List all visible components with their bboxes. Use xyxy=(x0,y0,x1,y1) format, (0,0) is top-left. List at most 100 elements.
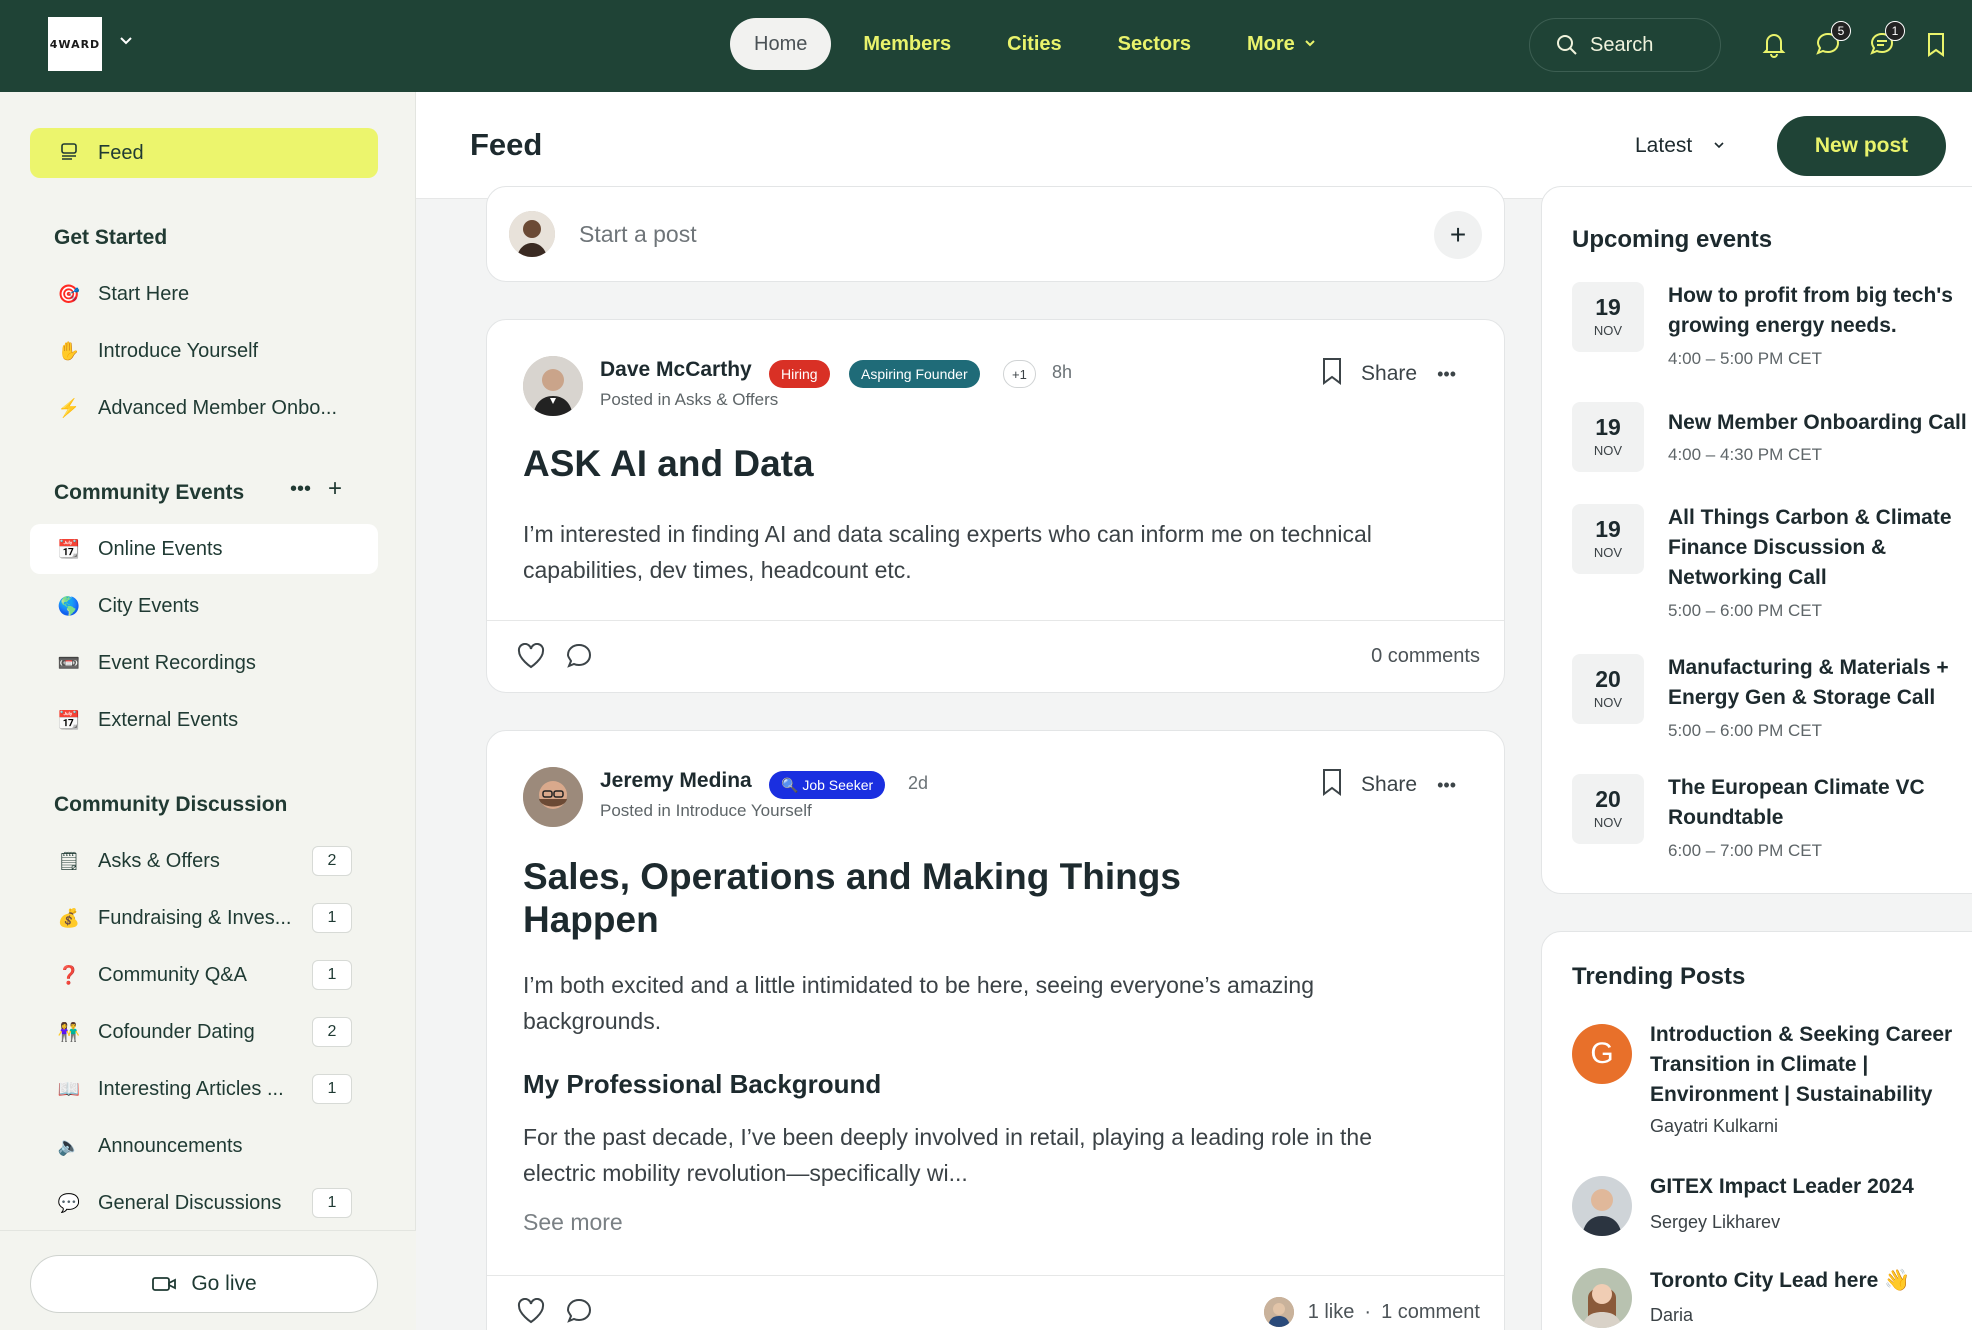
more-options-icon[interactable]: ••• xyxy=(1437,775,1456,796)
liker-avatar[interactable] xyxy=(1263,1297,1294,1327)
author-name[interactable]: Dave McCarthy xyxy=(600,358,752,382)
sidebar-item-online-events[interactable]: 📆 Online Events xyxy=(30,524,378,574)
sidebar-item-external-events[interactable]: 📆 External Events xyxy=(30,695,378,745)
sidebar-item-event-recordings[interactable]: 📼 Event Recordings xyxy=(30,638,378,688)
event-month: NOV xyxy=(1593,443,1623,458)
trending-post-title[interactable]: GITEX Impact Leader 2024 xyxy=(1650,1172,1970,1202)
event-title[interactable]: All Things Carbon & Climate Finance Disc… xyxy=(1668,503,1972,593)
post-title[interactable]: Sales, Operations and Making Things Happ… xyxy=(523,855,1181,941)
avatar[interactable] xyxy=(523,767,583,827)
post-title[interactable]: ASK AI and Data xyxy=(523,442,814,485)
avatar[interactable]: G xyxy=(1572,1024,1632,1084)
chevron-down-icon[interactable] xyxy=(118,32,134,53)
speech-bubble-icon: 💬 xyxy=(57,1192,81,1213)
comment-icon[interactable] xyxy=(565,1297,593,1330)
event-day: 19 xyxy=(1595,294,1621,320)
share-button[interactable]: Share xyxy=(1361,773,1417,797)
comments-count[interactable]: 1 comment xyxy=(1381,1301,1480,1324)
go-live-button[interactable]: Go live xyxy=(30,1255,378,1313)
sidebar-item-start-here[interactable]: 🎯 Start Here xyxy=(30,269,378,319)
post-subheading: My Professional Background xyxy=(523,1069,882,1099)
event-title[interactable]: Manufacturing & Materials + Energy Gen &… xyxy=(1668,653,1972,713)
post-composer[interactable]: Start a post + xyxy=(486,186,1505,282)
sort-dropdown[interactable]: Latest xyxy=(1635,134,1726,158)
event-time: 5:00 – 6:00 PM CET xyxy=(1668,721,1823,740)
sidebar-item-fundraising[interactable]: 💰 Fundraising & Inves... 1 xyxy=(30,893,378,943)
sidebar-item-feed[interactable]: Feed xyxy=(30,128,378,178)
post-body: For the past decade, I’ve been deeply in… xyxy=(523,1124,1372,1186)
nav-cities[interactable]: Cities xyxy=(983,18,1085,70)
sidebar-item-announcements[interactable]: 🔈 Announcements xyxy=(30,1121,378,1171)
posted-in[interactable]: Posted in Asks & Offers xyxy=(600,390,778,410)
share-button[interactable]: Share xyxy=(1361,362,1417,386)
new-post-button[interactable]: New post xyxy=(1777,116,1946,176)
event-date: 19 NOV xyxy=(1572,504,1644,574)
avatar xyxy=(509,211,555,257)
more-options-icon[interactable]: ••• xyxy=(290,478,311,501)
avatar[interactable] xyxy=(1572,1268,1632,1328)
community-logo[interactable]: 4WARD xyxy=(48,17,102,71)
comment-icon[interactable] xyxy=(565,642,593,675)
post-actions: Share ••• xyxy=(1321,357,1456,391)
sidebar-item-introduce-yourself[interactable]: ✋ Introduce Yourself xyxy=(30,326,378,376)
posted-in[interactable]: Posted in Introduce Yourself xyxy=(600,801,812,821)
sidebar-item-city-events[interactable]: 🌎 City Events xyxy=(30,581,378,631)
more-options-icon[interactable]: ••• xyxy=(1437,364,1456,385)
sidebar-item-label: Introduce Yourself xyxy=(98,339,259,362)
bookmark-icon[interactable] xyxy=(1321,357,1343,391)
trending-post-title[interactable]: Toronto City Lead here 👋 xyxy=(1650,1266,1970,1296)
chat-icon[interactable]: 1 xyxy=(1867,21,1905,59)
nav-more[interactable]: More xyxy=(1223,18,1341,70)
more-badges-count[interactable]: +1 xyxy=(1003,360,1036,388)
search-button[interactable]: Search xyxy=(1529,18,1721,72)
trending-post-author[interactable]: Sergey Likharev xyxy=(1650,1212,1780,1233)
bookmark-icon[interactable] xyxy=(1321,768,1343,802)
event-month: NOV xyxy=(1593,545,1623,560)
calendar-icon: 📆 xyxy=(57,538,81,559)
heart-icon[interactable] xyxy=(517,642,545,674)
sidebar-item-label: Online Events xyxy=(98,537,223,560)
event-month: NOV xyxy=(1593,695,1623,710)
messages-icon[interactable]: 5 xyxy=(1813,21,1851,59)
lightning-icon: ⚡ xyxy=(57,397,81,418)
trending-posts-title: Trending Posts xyxy=(1572,963,1746,990)
bell-icon[interactable] xyxy=(1759,29,1789,59)
trending-post-author[interactable]: Daria xyxy=(1650,1305,1693,1326)
event-title[interactable]: New Member Onboarding Call xyxy=(1668,408,1972,438)
avatar[interactable] xyxy=(1572,1176,1632,1236)
money-bag-icon: 💰 xyxy=(57,907,81,928)
trending-post-title[interactable]: Introduction & Seeking Career Transition… xyxy=(1650,1020,1970,1110)
event-title[interactable]: The European Climate VC Roundtable xyxy=(1668,773,1972,833)
bookmark-icon[interactable] xyxy=(1921,29,1951,59)
event-date: 20 NOV xyxy=(1572,654,1644,724)
add-icon[interactable]: + xyxy=(328,475,342,503)
reaction-bar xyxy=(517,1297,593,1330)
trending-post-author[interactable]: Gayatri Kulkarni xyxy=(1650,1116,1778,1137)
see-more-link[interactable]: See more xyxy=(523,1209,623,1236)
job-seeker-badge: 🔍 Job Seeker xyxy=(769,771,886,799)
event-time: 4:00 – 4:30 PM CET xyxy=(1668,445,1823,464)
sidebar-item-general-discussions[interactable]: 💬 General Discussions 1 xyxy=(30,1178,378,1228)
avatar[interactable] xyxy=(523,356,583,416)
heart-icon[interactable] xyxy=(517,1297,545,1329)
sidebar-item-cofounder-dating[interactable]: 👫 Cofounder Dating 2 xyxy=(30,1007,378,1057)
start-post-input[interactable]: Start a post xyxy=(579,221,697,248)
comments-count[interactable]: 0 comments xyxy=(1371,645,1480,668)
event-date: 19 NOV xyxy=(1572,402,1644,472)
nav-sectors[interactable]: Sectors xyxy=(1094,18,1215,70)
likes-count[interactable]: 1 like xyxy=(1308,1301,1355,1324)
nav-members[interactable]: Members xyxy=(839,18,975,70)
chevron-down-icon xyxy=(1712,134,1726,157)
sidebar-item-advanced-onboarding[interactable]: ⚡ Advanced Member Onbo... xyxy=(30,383,378,433)
sidebar-item-community-qa[interactable]: ❓ Community Q&A 1 xyxy=(30,950,378,1000)
calendar-icon: 📆 xyxy=(57,709,81,730)
post-title-line: Sales, Operations and Making Things xyxy=(523,856,1181,897)
author-name[interactable]: Jeremy Medina xyxy=(600,769,752,793)
event-title[interactable]: How to profit from big tech's growing en… xyxy=(1668,281,1972,341)
nav-home[interactable]: Home xyxy=(730,18,832,70)
sidebar-item-interesting-articles[interactable]: 📖 Interesting Articles ... 1 xyxy=(30,1064,378,1114)
sidebar-item-asks-offers[interactable]: 🗒 Asks & Offers 2 xyxy=(30,836,378,886)
nav-more-label: More xyxy=(1247,32,1295,55)
add-icon[interactable]: + xyxy=(1434,211,1482,259)
chevron-down-icon xyxy=(1303,36,1317,53)
